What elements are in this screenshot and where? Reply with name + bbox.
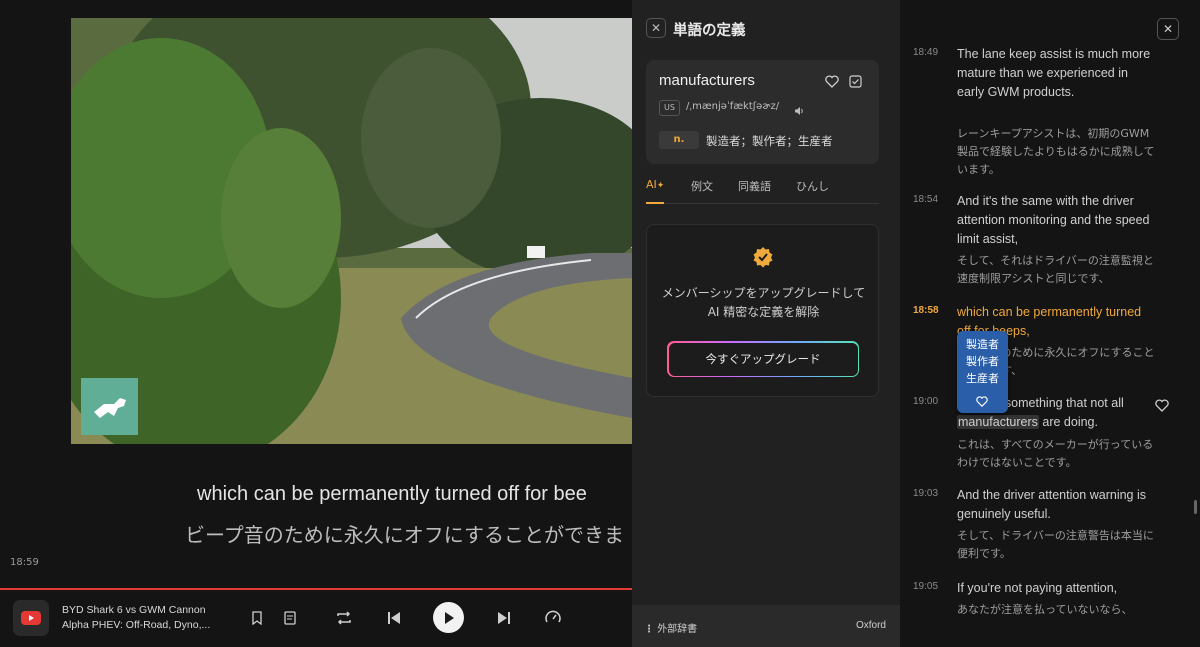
current-time: 18:59 — [10, 557, 39, 568]
transcript-panel: ✕ 18:49 The lane keep assist is much mor… — [900, 0, 1200, 647]
dictionary-footer: ⋮ 外部辞書 Oxford — [632, 605, 900, 647]
external-dictionary-button[interactable]: ⋮ 外部辞書 — [644, 620, 697, 635]
mark-known-button[interactable] — [849, 73, 862, 92]
bookmark-icon — [252, 611, 262, 625]
play-icon — [444, 611, 454, 624]
pronunciation: /ˌmænjəˈfæktʃəɚz/ — [686, 101, 780, 112]
scrollbar-thumb[interactable] — [1194, 500, 1197, 514]
channel-logo — [81, 378, 138, 435]
segment-time: 19:03 — [913, 488, 939, 499]
selected-word[interactable]: manufacturers — [957, 415, 1039, 429]
dog-logo-icon — [93, 397, 126, 418]
previous-button[interactable] — [384, 608, 404, 628]
segment-time: 18:58 — [913, 305, 939, 316]
skip-previous-icon — [388, 612, 400, 624]
tab-ai[interactable]: AI✦ — [646, 178, 665, 204]
segment-english: If you're not paying attention, — [957, 581, 1118, 595]
upgrade-message: メンバーシップをアップグレードして AI 精密な定義を解除 — [661, 286, 866, 319]
segment-english: And it's the same with the driver attent… — [957, 194, 1150, 246]
segment-time: 18:54 — [913, 194, 939, 205]
sparkle-icon: ✦ — [656, 181, 665, 191]
tab-examples[interactable]: 例文 — [691, 178, 713, 204]
video-title: BYD Shark 6 vs GWM Cannon Alpha PHEV: Of… — [62, 603, 232, 633]
region-badge: US — [659, 100, 680, 116]
upgrade-card: メンバーシップをアップグレードして AI 精密な定義を解除 今すぐアップグレード — [646, 224, 879, 397]
segment-english: And the driver attention warning is genu… — [957, 488, 1146, 521]
popup-meaning: 製造者 — [966, 338, 999, 351]
close-icon: ✕ — [1162, 22, 1174, 36]
dictionary-tabs: AI✦ 例文 同義語 ひんし — [646, 178, 879, 204]
segment-time: 19:05 — [913, 581, 939, 592]
segment-japanese: あなたが注意を払っていないなら、 — [957, 603, 1133, 616]
definition: 製造者；製作者；生産者 — [706, 134, 833, 148]
more-vertical-icon: ⋮ — [644, 624, 654, 635]
segment-time: 18:49 — [913, 47, 939, 58]
segment-japanese: これは、すべてのメーカーが行っているわけではないことです。 — [957, 438, 1154, 469]
transcript-close-button[interactable]: ✕ — [1157, 18, 1179, 40]
heart-icon — [1155, 399, 1169, 412]
heart-icon — [976, 396, 988, 407]
dictionary-close-button[interactable]: ✕ — [646, 18, 666, 38]
segment-english: The lane keep assist is much more mature… — [957, 47, 1151, 99]
segment-japanese: そして、それはドライバーの注意監視と速度制限アシストと同じです、 — [957, 254, 1154, 285]
dictionary-panel: ✕ 単語の定義 manufacturers US /ˌmænjəˈfæktʃəɚ… — [632, 0, 900, 647]
subtitle-english: which can be permanently turned off for … — [197, 483, 587, 505]
player-controls: BYD Shark 6 vs GWM Cannon Alpha PHEV: Of… — [0, 590, 632, 647]
word-translation-popup[interactable]: 製造者 製作者 生産者 — [957, 331, 1008, 413]
video-frame[interactable] — [71, 18, 632, 444]
external-dictionary-label: 外部辞書 — [657, 624, 698, 635]
speedometer-icon — [545, 610, 561, 623]
video-title-line1: BYD Shark 6 vs GWM Cannon — [62, 604, 206, 616]
part-of-speech: n. — [659, 131, 699, 149]
checkbox-check-icon — [849, 75, 862, 88]
repeat-button[interactable] — [334, 608, 354, 628]
tab-synonyms[interactable]: 同義語 — [738, 178, 771, 204]
dictionary-title: 単語の定義 — [673, 23, 746, 39]
play-button[interactable] — [433, 602, 464, 633]
segment-english-after: are doing. — [1038, 415, 1098, 429]
word-card: manufacturers US /ˌmænjəˈfæktʃəɚz/ n. 製造… — [646, 60, 879, 164]
play-pronunciation-button[interactable] — [794, 101, 804, 120]
dictionary-source[interactable]: Oxford — [856, 620, 886, 631]
repeat-icon — [337, 611, 351, 625]
notes-icon — [284, 611, 296, 625]
popup-meaning: 製作者 — [966, 355, 999, 368]
popup-meaning: 生産者 — [966, 372, 999, 385]
segment-japanese: レーンキープアシストは、初期のGWM製品で経験したよりもはるかに成熟しています。 — [957, 127, 1155, 176]
verified-badge-icon — [752, 246, 774, 272]
next-button[interactable] — [494, 608, 514, 628]
tab-word-forms[interactable]: ひんし — [796, 178, 829, 204]
speed-button[interactable] — [543, 608, 563, 628]
skip-next-icon — [498, 612, 510, 624]
video-title-line2: Alpha PHEV: Off-Road, Dyno,... — [62, 619, 211, 631]
bookmark-button[interactable] — [247, 608, 267, 628]
tab-ai-label: AI — [646, 178, 657, 191]
youtube-icon — [21, 611, 41, 625]
upgrade-button[interactable]: 今すぐアップグレード — [667, 341, 859, 377]
video-pane: which can be permanently turned off for … — [0, 0, 632, 647]
favorite-button[interactable] — [825, 73, 839, 92]
segment-time: 19:00 — [913, 396, 939, 407]
popup-favorite-button[interactable] — [976, 395, 988, 412]
upgrade-button-label: 今すぐアップグレード — [668, 342, 858, 376]
heart-icon — [825, 75, 839, 88]
close-icon: ✕ — [650, 21, 662, 35]
segment-favorite-button[interactable] — [1155, 397, 1169, 416]
video-scene — [71, 18, 632, 444]
headword: manufacturers — [659, 72, 755, 89]
youtube-button[interactable] — [13, 600, 49, 636]
speaker-icon — [795, 107, 803, 115]
segment-japanese: そして、ドライバーの注意警告は本当に便利です。 — [957, 529, 1154, 560]
notes-button[interactable] — [280, 608, 300, 628]
subtitle-japanese: ビープ音のために永久にオフにすることができま — [185, 523, 624, 547]
